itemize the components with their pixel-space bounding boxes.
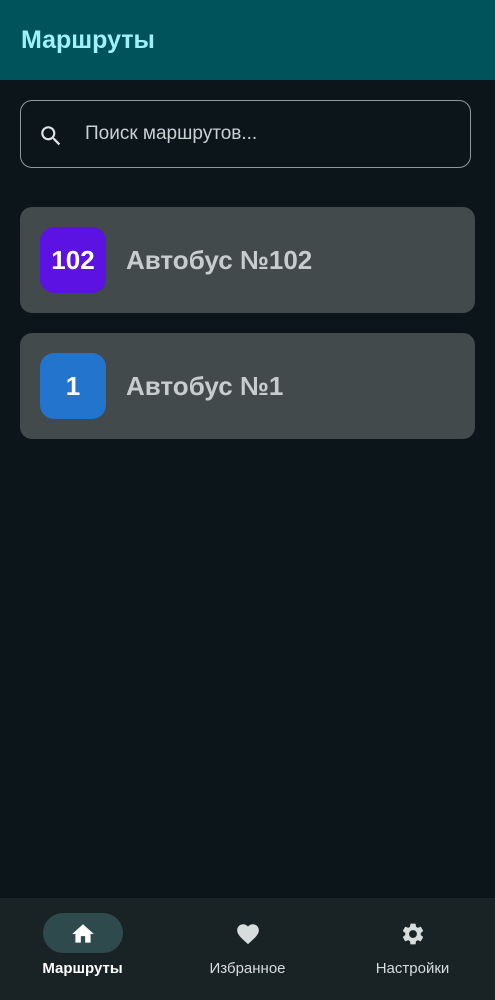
nav-item-routes[interactable]: Маршруты: [0, 898, 165, 1000]
route-number-badge: 1: [40, 353, 106, 419]
route-number-badge: 102: [40, 227, 106, 293]
search-bar[interactable]: [20, 100, 471, 168]
route-card-1[interactable]: 1 Автобус №1: [20, 333, 475, 439]
route-card-102[interactable]: 102 Автобус №102: [20, 207, 475, 313]
nav-item-settings[interactable]: Настройки: [330, 898, 495, 1000]
search-input[interactable]: [85, 101, 455, 167]
route-title: Автобус №102: [126, 245, 313, 275]
nav-label: Маршруты: [42, 960, 123, 977]
bottom-navigation: Маршруты Избранное Настройки: [0, 898, 495, 1000]
nav-label: Избранное: [209, 960, 286, 977]
gear-icon: [400, 921, 426, 947]
heart-icon: [235, 921, 261, 947]
top-app-bar: Маршруты: [0, 0, 495, 80]
home-icon: [70, 921, 96, 947]
app-screen: Маршруты 102 Автобус №102 1 Автобус №1 М…: [0, 0, 495, 1000]
page-title: Маршруты: [21, 26, 155, 54]
route-title: Автобус №1: [126, 371, 284, 401]
nav-label: Настройки: [375, 960, 450, 977]
nav-item-favorites[interactable]: Избранное: [165, 898, 330, 1000]
search-icon: [38, 123, 64, 149]
